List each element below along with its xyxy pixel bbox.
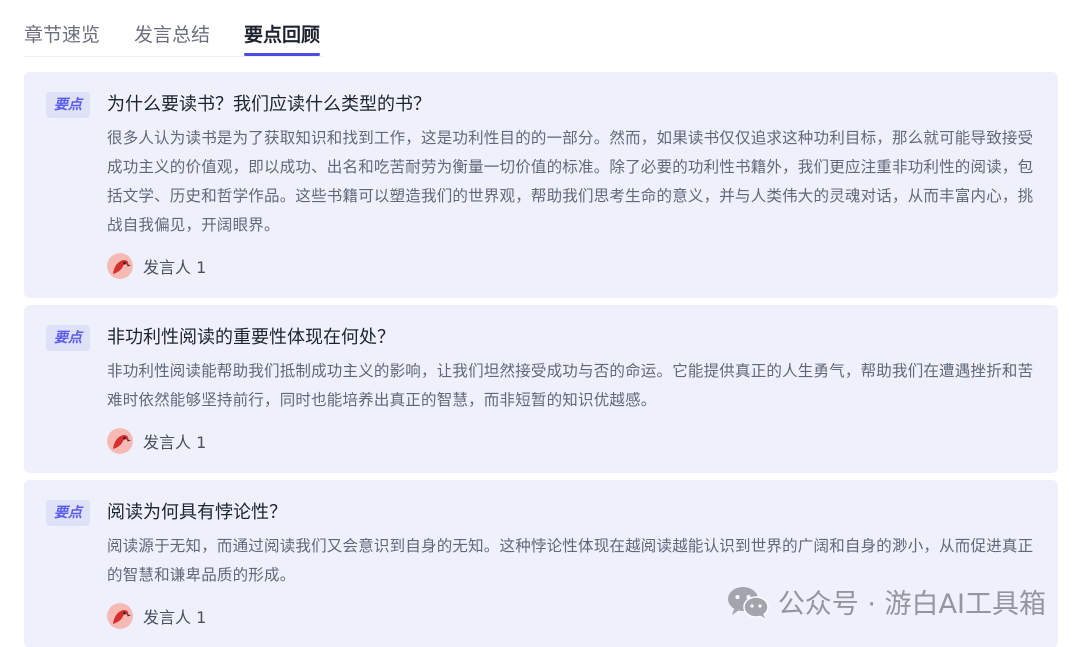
key-point-title: 非功利性阅读的重要性体现在何处？	[107, 327, 395, 348]
key-point-card: 要点 阅读为何具有悖论性？ 阅读源于无知，而通过阅读我们又会意识到自身的无知。这…	[24, 480, 1058, 647]
wechat-icon	[726, 585, 770, 619]
key-point-badge: 要点	[46, 325, 90, 351]
tab-speech-summary[interactable]: 发言总结	[134, 20, 210, 50]
speaker-name: 发言人 1	[143, 608, 207, 627]
speaker-avatar-icon	[107, 253, 133, 279]
key-point-title: 为什么要读书？我们应读什么类型的书？	[107, 94, 431, 115]
key-point-badge: 要点	[46, 500, 90, 526]
key-point-badge: 要点	[46, 92, 90, 118]
key-point-title: 阅读为何具有悖论性？	[107, 502, 287, 523]
key-point-body: 很多人认为读书是为了获取知识和找到工作，这是功利性目的的一部分。然而，如果读书仅…	[107, 129, 1034, 234]
speaker-name: 发言人 1	[143, 258, 207, 277]
tab-bar: 章节速览 发言总结 要点回顾	[24, 20, 324, 57]
tab-chapter-overview[interactable]: 章节速览	[24, 20, 100, 50]
key-point-card: 要点 非功利性阅读的重要性体现在何处？ 非功利性阅读能帮助我们抵制成功主义的影响…	[24, 305, 1058, 473]
watermark: 公众号 · 游白AI工具箱	[726, 582, 1046, 621]
speaker-row[interactable]: 发言人 1	[107, 252, 1034, 280]
key-point-card: 要点 为什么要读书？我们应读什么类型的书？ 很多人认为读书是为了获取知识和找到工…	[24, 72, 1058, 298]
speaker-avatar-icon	[107, 428, 133, 454]
speaker-avatar-icon	[107, 603, 133, 629]
tab-key-points-review[interactable]: 要点回顾	[244, 20, 321, 56]
key-point-body: 非功利性阅读能帮助我们抵制成功主义的影响，让我们坦然接受成功与否的命运。它能提供…	[107, 362, 1034, 409]
key-points-list: 要点 为什么要读书？我们应读什么类型的书？ 很多人认为读书是为了获取知识和找到工…	[24, 72, 1058, 647]
speaker-row[interactable]: 发言人 1	[107, 427, 1034, 455]
key-points-page: 章节速览 发言总结 要点回顾 要点 为什么要读书？我们应读什么类型的书？ 很多人…	[0, 0, 1080, 647]
watermark-text: 公众号 · 游白AI工具箱	[777, 589, 1046, 620]
speaker-name: 发言人 1	[143, 433, 207, 452]
